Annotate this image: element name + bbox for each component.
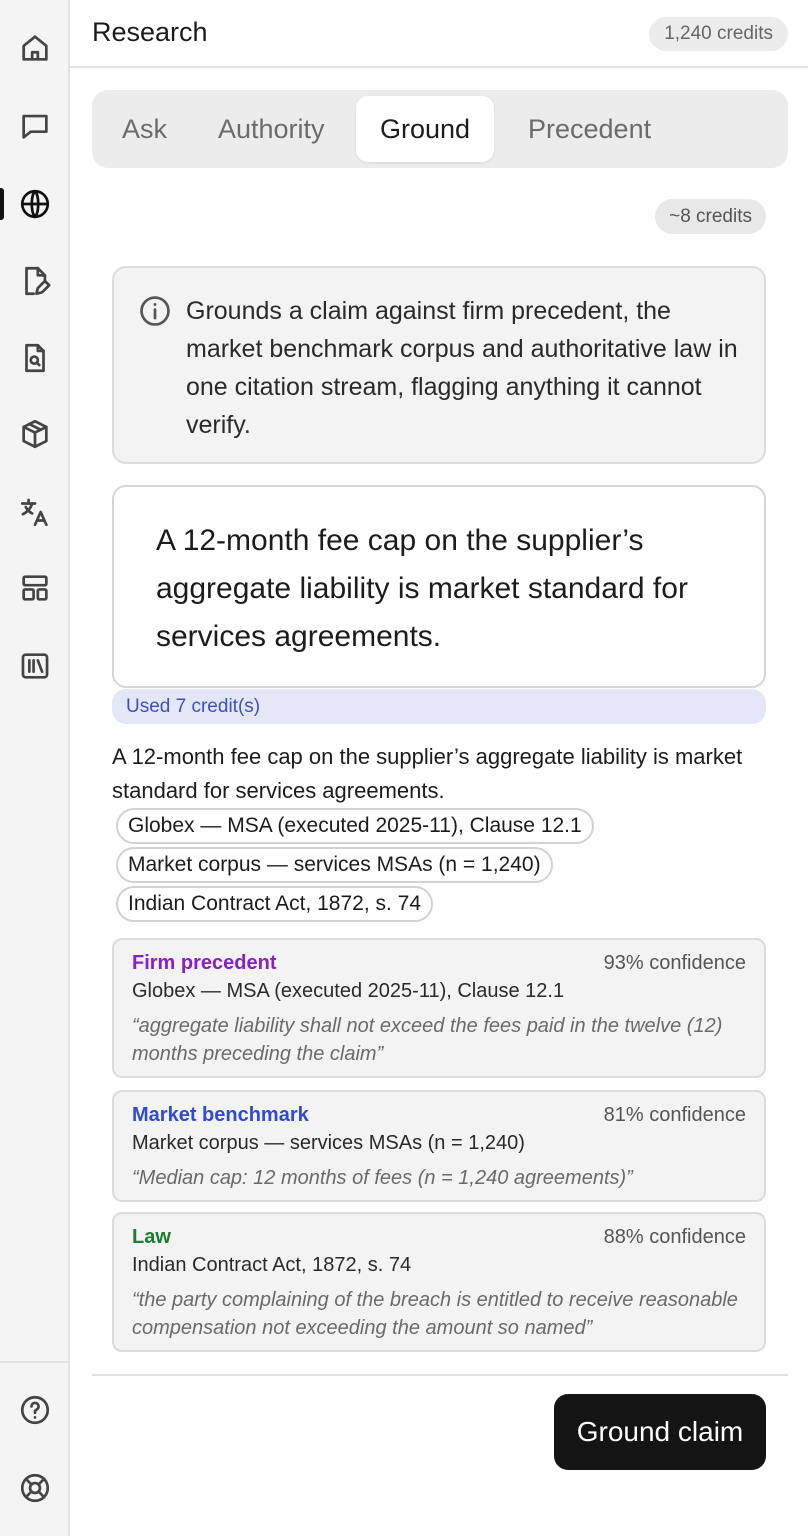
chat-icon [22,114,48,139]
claim-input-value: A 12-month fee cap on the supplier’s agg… [156,524,688,653]
tab-ask[interactable]: Ask [98,96,191,162]
document-edit-icon [25,266,51,296]
home-icon [22,35,48,61]
source-reference: Globex — MSA (executed 2025-11), Clause … [132,980,565,1002]
citation-chip[interactable]: Globex — MSA (executed 2025-11), Clause … [116,808,594,844]
sidebar-rail [0,0,70,1536]
document-search-icon [25,343,45,373]
rail-item-chat[interactable] [0,98,70,154]
page-title: Research [92,17,208,47]
rail-divider [0,1361,68,1363]
rail-item-drafting[interactable] [0,253,70,309]
ground-claim-button[interactable]: Ground claim [554,1394,766,1470]
confidence-score: 93% confidence [603,952,746,974]
rail-item-workflows[interactable] [0,406,70,462]
globe-icon [20,189,50,219]
info-icon [140,296,170,326]
confidence-score: 81% confidence [603,1104,746,1126]
mode-tabs: Ask Authority Ground Precedent [92,90,788,168]
credits-used-notice: Used 7 credit(s) [112,689,766,724]
library-icon [21,653,49,679]
translate-icon [20,498,48,527]
source-type-label: Firm precedent [132,952,277,974]
source-quote: “aggregate liability shall not exceed th… [132,1015,723,1065]
info-description: Grounds a claim against firm precedent, … [186,297,738,439]
app-header: Research 1,240 credits [70,0,808,68]
rail-item-help[interactable] [0,1382,70,1438]
rail-item-templates[interactable] [0,560,70,616]
rail-item-home[interactable] [0,20,70,76]
source-type-label: Law [132,1226,171,1248]
layout-icon [22,575,48,601]
source-card-market-benchmark[interactable]: Market benchmark 81% confidence Market c… [112,1090,766,1202]
result-claim-text: A 12-month fee cap on the supplier’s agg… [112,744,743,803]
cube-icon [22,419,48,449]
rail-item-research[interactable] [0,176,70,232]
source-card-law[interactable]: Law 88% confidence Indian Contract Act, … [112,1212,766,1352]
footer-divider [92,1374,788,1376]
source-type-label: Market benchmark [132,1104,309,1126]
rail-item-library[interactable] [0,638,70,694]
source-quote: “the party complaining of the breach is … [132,1289,738,1339]
citation-chip[interactable]: Market corpus — services MSAs (n = 1,240… [116,847,553,883]
claim-input[interactable]: A 12-month fee cap on the supplier’s agg… [112,485,766,688]
source-quote: “Median cap: 12 months of fees (n = 1,24… [132,1167,633,1189]
rail-item-translate[interactable] [0,484,70,540]
cost-estimate-badge: ~8 credits [655,199,766,234]
confidence-score: 88% confidence [603,1226,746,1248]
source-card-firm-precedent[interactable]: Firm precedent 93% confidence Globex — M… [112,938,766,1078]
rail-item-support[interactable] [0,1460,70,1516]
help-icon [20,1395,50,1425]
info-card: Grounds a claim against firm precedent, … [112,266,766,464]
tab-precedent[interactable]: Precedent [504,96,675,162]
support-icon [20,1473,50,1503]
source-reference: Market corpus — services MSAs (n = 1,240… [132,1132,525,1154]
rail-item-review[interactable] [0,330,70,386]
tab-authority[interactable]: Authority [194,96,349,162]
citation-chip[interactable]: Indian Contract Act, 1872, s. 74 [116,886,434,922]
source-reference: Indian Contract Act, 1872, s. 74 [132,1254,412,1276]
credits-balance-badge: 1,240 credits [649,17,788,51]
tab-ground[interactable]: Ground [356,96,495,162]
